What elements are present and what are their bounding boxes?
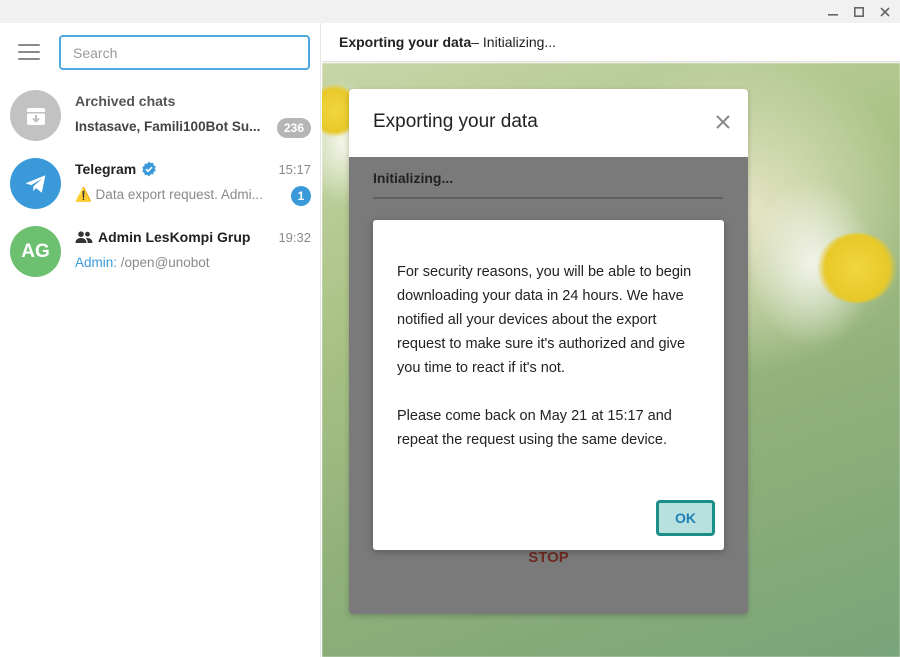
dialog-title: Exporting your data [373,111,538,132]
alert-paragraph-2: Please come back on May 21 at 15:17 and … [397,408,672,448]
chat-time: 19:32 [278,230,311,245]
minimize-button[interactable] [820,0,846,23]
archive-icon [26,107,45,125]
chat-item-archived[interactable]: Archived chats Instasave, Famili100Bot S… [0,81,321,149]
chat-header: Exporting your data – Initializing... [322,23,900,62]
chat-title: Telegram [75,161,157,177]
chat-preview: Admin: /open@unobot [75,255,275,270]
security-alert: For security reasons, you will be able t… [373,220,724,550]
chat-item-telegram[interactable]: Telegram 15:17 ⚠️ Data export request. A… [0,149,321,217]
ok-button[interactable]: OK [656,500,715,536]
group-avatar: AG [10,226,61,277]
maximize-button[interactable] [846,0,872,23]
window-close-button[interactable] [872,0,898,23]
chat-preview: ⚠️ Data export request. Admi... [75,187,263,202]
unread-badge: 1 [291,186,311,206]
chat-list-sidebar: Archived chats Instasave, Famili100Bot S… [0,23,321,657]
search-field[interactable] [59,35,310,70]
chat-item-admin-group[interactable]: AG Admin LesKompi Grup 19:32 Admin: /ope… [0,217,321,285]
chat-title: Admin LesKompi Grup [75,229,250,245]
menu-icon[interactable] [18,44,40,60]
stop-button[interactable]: STOP [349,549,748,566]
header-title: Exporting your data [339,34,472,50]
search-input[interactable] [61,37,308,68]
dialog-header: Exporting your data [349,89,748,157]
dialog-close-button[interactable] [712,111,734,133]
close-icon [880,6,890,17]
alert-paragraph-1: For security reasons, you will be able t… [397,264,692,376]
telegram-plane-icon [25,174,45,193]
main-pane: Exporting your data – Initializing... Ex… [322,23,900,657]
alert-message: For security reasons, you will be able t… [397,260,707,452]
maximize-icon [854,6,864,17]
title-bar [0,0,900,23]
chat-preview: Instasave, Famili100Bot Su... [75,119,261,134]
group-icon [75,231,93,243]
preview-text: /open@unobot [117,255,210,270]
telegram-avatar [10,158,61,209]
preview-sender: Admin: [75,255,118,270]
header-subtitle: – Initializing... [471,34,557,50]
unread-badge: 236 [276,118,311,138]
export-progress-bar [373,197,723,199]
chat-title: Archived chats [75,93,176,109]
close-icon [716,115,730,129]
archive-avatar [10,90,61,141]
minimize-icon [828,13,838,16]
export-status: Initializing... [373,170,454,186]
chat-time: 15:17 [278,162,311,177]
verified-icon [142,161,157,177]
background-flower [817,233,897,303]
